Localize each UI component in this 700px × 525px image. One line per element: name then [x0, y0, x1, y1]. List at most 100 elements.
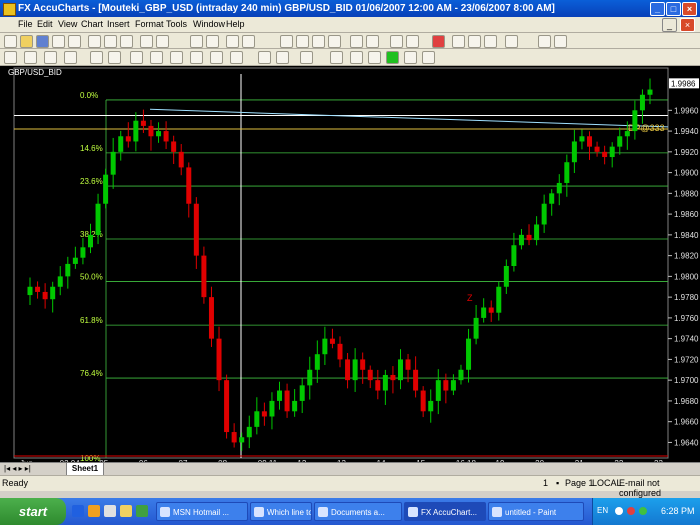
candle-body	[95, 203, 101, 235]
task-documents[interactable]: Documents a...	[314, 502, 402, 521]
child-minimize-button[interactable]: _	[662, 18, 677, 32]
candle-body	[337, 343, 343, 360]
tab-nav-arrows[interactable]: |◂ ◂ ▸ ▸|	[4, 464, 31, 473]
rectangle-icon[interactable]	[210, 51, 223, 64]
clock-icon[interactable]	[390, 35, 403, 48]
open-icon[interactable]	[20, 35, 33, 48]
menu-window[interactable]: Window	[193, 19, 225, 29]
ellipse-icon[interactable]	[190, 51, 203, 64]
candle-body	[57, 276, 63, 287]
print-icon[interactable]	[52, 35, 65, 48]
menu-file[interactable]: File	[18, 19, 33, 29]
pointer-icon[interactable]	[4, 51, 17, 64]
cycle-icon[interactable]	[368, 51, 381, 64]
hand-icon[interactable]	[44, 51, 57, 64]
folder-icon[interactable]	[120, 505, 132, 517]
menu-view[interactable]: View	[58, 19, 77, 29]
color-swatch-icon[interactable]	[386, 51, 399, 64]
candle-body	[496, 286, 502, 313]
candle-body	[110, 151, 116, 175]
child-close-button[interactable]: ×	[680, 18, 695, 32]
candle-body	[50, 286, 56, 300]
percent-icon[interactable]	[484, 35, 497, 48]
alert-icon[interactable]	[432, 35, 445, 48]
fibonacci-icon[interactable]	[150, 51, 163, 64]
gann-icon[interactable]	[300, 51, 313, 64]
close-button[interactable]: ×	[682, 2, 697, 16]
channel-icon[interactable]	[130, 51, 143, 64]
arc-icon[interactable]	[170, 51, 183, 64]
table-icon[interactable]	[452, 35, 465, 48]
monitor-icon[interactable]	[190, 35, 203, 48]
candle-body	[87, 234, 93, 248]
tray-icon[interactable]	[615, 507, 623, 515]
line-style-icon[interactable]	[404, 51, 417, 64]
candle-icon[interactable]	[242, 35, 255, 48]
vline-icon[interactable]	[108, 51, 121, 64]
y-tick-label: 1.9820	[674, 252, 699, 261]
new-icon[interactable]	[4, 35, 17, 48]
candlestick-chart[interactable]: 1.9960 1.9940 1.9920 1.9900 1.9880 1.9860 1.98…	[0, 66, 700, 462]
tray-icon[interactable]	[627, 507, 635, 515]
menu-tools[interactable]: Tools	[166, 19, 187, 29]
start-button[interactable]: start	[0, 498, 66, 525]
mail-icon[interactable]	[104, 505, 116, 517]
line-chart-icon[interactable]	[350, 35, 363, 48]
maximize-button[interactable]: □	[666, 2, 681, 16]
status-page: Page 1	[565, 478, 594, 488]
help-icon[interactable]	[554, 35, 567, 48]
chart-area[interactable]: GBP/USD_BID 1.9960 1.9940 1.9920 1.9900 1.98…	[0, 66, 700, 462]
bar-chart-icon[interactable]	[206, 35, 219, 48]
regression-icon[interactable]	[330, 51, 343, 64]
app-icon	[3, 3, 16, 16]
menu-chart[interactable]: Chart	[81, 19, 103, 29]
messenger-icon[interactable]	[88, 505, 100, 517]
candle-body	[375, 380, 381, 391]
grid-icon[interactable]	[226, 35, 239, 48]
menu-insert[interactable]: Insert	[107, 19, 130, 29]
plot-border	[13, 67, 669, 459]
magnet-icon[interactable]	[68, 35, 81, 48]
crosshair-icon[interactable]	[24, 51, 37, 64]
sigma-icon[interactable]	[468, 35, 481, 48]
menu-help[interactable]: Help	[226, 19, 245, 29]
pitchfork-icon[interactable]	[350, 51, 363, 64]
curve-icon[interactable]	[505, 35, 518, 48]
menu-edit[interactable]: Edit	[37, 19, 53, 29]
task-paint[interactable]: untitled - Paint	[488, 502, 584, 521]
arrow-up-icon[interactable]	[258, 51, 271, 64]
candle-body	[587, 136, 593, 147]
task-fx-accucharts[interactable]: FX AccuChart...	[404, 502, 486, 521]
zoom-in-icon[interactable]	[280, 35, 293, 48]
ie-icon[interactable]	[72, 505, 84, 517]
task-msn-hotmail[interactable]: MSN Hotmail ...	[156, 502, 248, 521]
candle-body	[133, 120, 139, 142]
trendline-icon[interactable]	[64, 51, 77, 64]
refresh-icon[interactable]	[406, 35, 419, 48]
paste-icon[interactable]	[120, 35, 133, 48]
cut-icon[interactable]	[88, 35, 101, 48]
task-which-line[interactable]: Which line to ...	[250, 502, 312, 521]
minimize-button[interactable]: _	[650, 2, 665, 16]
arrow-down-icon[interactable]	[276, 51, 289, 64]
desktop-icon[interactable]	[136, 505, 148, 517]
candle-body	[322, 338, 328, 355]
candle-body	[473, 317, 479, 339]
y-tick-label: 1.9720	[674, 355, 699, 364]
menu-format[interactable]: Format	[135, 19, 164, 29]
text-icon[interactable]	[230, 51, 243, 64]
copy-icon[interactable]	[104, 35, 117, 48]
task-icon	[254, 507, 264, 517]
zoom-fit-icon[interactable]	[312, 35, 325, 48]
language-indicator[interactable]: EN	[597, 506, 608, 515]
tray-icon[interactable]	[639, 507, 647, 515]
zoom-out-icon[interactable]	[296, 35, 309, 48]
line-width-icon[interactable]	[422, 51, 435, 64]
redo-icon[interactable]	[156, 35, 169, 48]
undo-icon[interactable]	[140, 35, 153, 48]
zoom-range-icon[interactable]	[328, 35, 341, 48]
hline-icon[interactable]	[90, 51, 103, 64]
bar-icon[interactable]	[366, 35, 379, 48]
add-chart-icon[interactable]	[538, 35, 551, 48]
save-icon[interactable]	[36, 35, 49, 48]
